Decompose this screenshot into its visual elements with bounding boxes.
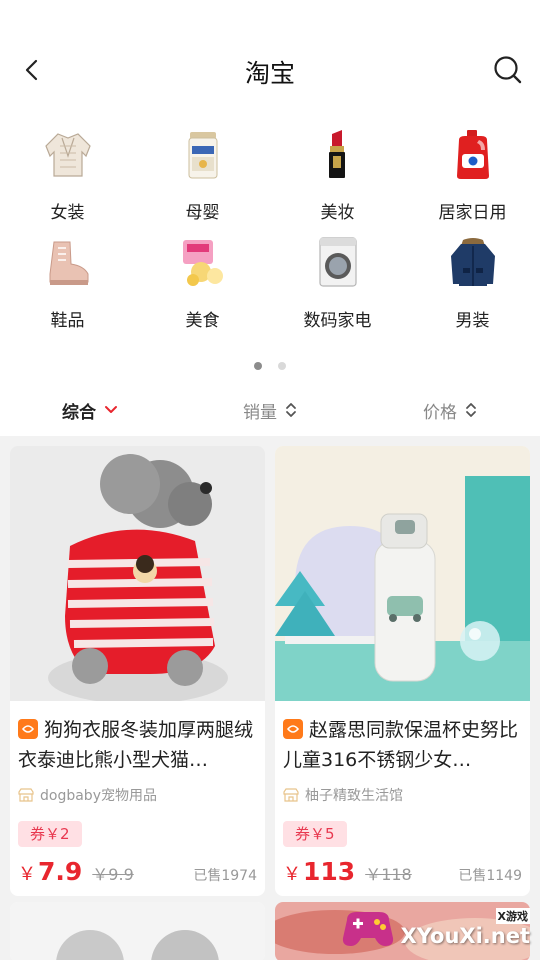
sort-price[interactable]: 价格 xyxy=(360,390,540,430)
taobao-badge-icon xyxy=(283,719,303,739)
category-label: 女装 xyxy=(50,203,85,223)
category-beauty[interactable]: 美妆 xyxy=(270,120,405,228)
pager-dot[interactable] xyxy=(278,362,286,370)
category-mens-clothing[interactable]: 男装 xyxy=(405,228,540,336)
category-household[interactable]: 居家日用 xyxy=(405,120,540,228)
snack-icon xyxy=(173,232,233,292)
coupon-badge[interactable]: 券￥5 xyxy=(283,821,347,847)
product-title-text: 赵露思同款保温杯史努比儿童316不锈钢少女… xyxy=(283,719,519,771)
category-pager xyxy=(0,362,540,370)
category-womens-clothing[interactable]: 女装 xyxy=(0,120,135,228)
sold-count: 已售1149 xyxy=(458,868,522,884)
sort-sales[interactable]: 销量 xyxy=(180,390,360,430)
page-title: 淘宝 xyxy=(244,59,295,88)
category-label: 男装 xyxy=(455,311,490,331)
category-grid: 女装 母婴 美妆 居家日用 鞋品 美食 数码家电 男装 xyxy=(0,120,540,336)
price: 7.9 xyxy=(38,857,83,886)
product-card[interactable]: 狗狗衣服冬装加厚两腿绒衣泰迪比熊小型犬猫… dogbaby宠物用品 券￥2 ￥ … xyxy=(10,446,265,896)
womens-coat-icon xyxy=(38,124,98,184)
sort-bar: 综合 销量 价格 xyxy=(0,390,540,430)
shop-row[interactable]: dogbaby宠物用品 xyxy=(18,785,257,805)
product-image xyxy=(10,446,265,701)
sort-updown-icon xyxy=(466,403,476,417)
shop-name: 柚子精致生活馆 xyxy=(305,788,403,804)
shop-icon xyxy=(283,788,299,802)
pager-dot-active[interactable] xyxy=(254,362,262,370)
sort-comprehensive[interactable]: 综合 xyxy=(0,390,180,430)
product-card[interactable] xyxy=(10,902,265,960)
product-title[interactable]: 狗狗衣服冬装加厚两腿绒衣泰迪比熊小型犬猫… xyxy=(18,715,257,775)
category-label: 数码家电 xyxy=(303,311,372,331)
watermark-text-group: X游戏 XYouXi.net xyxy=(401,908,530,948)
lipstick-icon xyxy=(308,124,368,184)
boot-icon xyxy=(38,232,98,292)
category-label: 美食 xyxy=(185,311,220,331)
category-label: 居家日用 xyxy=(438,203,507,223)
chevron-down-icon xyxy=(105,406,117,413)
formula-can-icon xyxy=(173,124,233,184)
sort-label: 销量 xyxy=(243,402,277,423)
category-shoes[interactable]: 鞋品 xyxy=(0,228,135,336)
coupon-badge[interactable]: 券￥2 xyxy=(18,821,82,847)
category-label: 美妆 xyxy=(320,203,355,223)
shop-name: dogbaby宠物用品 xyxy=(40,788,157,804)
product-card[interactable]: 赵露思同款保温杯史努比儿童316不锈钢少女… 柚子精致生活馆 券￥5 ￥ 113… xyxy=(275,446,530,896)
taobao-badge-icon xyxy=(18,719,38,739)
mens-jacket-icon xyxy=(443,232,503,292)
detergent-icon xyxy=(443,124,503,184)
category-label: 鞋品 xyxy=(50,311,85,331)
product-info: 狗狗衣服冬装加厚两腿绒衣泰迪比熊小型犬猫… dogbaby宠物用品 券￥2 ￥ … xyxy=(10,701,265,896)
watermark: X游戏 XYouXi.net xyxy=(339,906,530,950)
product-title[interactable]: 赵露思同款保温杯史努比儿童316不锈钢少女… xyxy=(283,715,522,775)
search-button[interactable] xyxy=(490,52,526,88)
top-bar: 淘宝 xyxy=(0,40,540,102)
category-mother-baby[interactable]: 母婴 xyxy=(135,120,270,228)
original-price: ￥9.9 xyxy=(92,865,134,884)
sold-count: 已售1974 xyxy=(193,868,257,884)
category-electronics[interactable]: 数码家电 xyxy=(270,228,405,336)
shop-row[interactable]: 柚子精致生活馆 xyxy=(283,785,522,805)
price: 113 xyxy=(303,857,356,886)
product-info: 赵露思同款保温杯史努比儿童316不锈钢少女… 柚子精致生活馆 券￥5 ￥ 113… xyxy=(275,701,530,896)
category-label: 母婴 xyxy=(185,203,220,223)
price-symbol: ￥ xyxy=(18,864,36,885)
washing-machine-icon xyxy=(308,232,368,292)
gamepad-logo-icon xyxy=(342,912,393,946)
sort-label: 综合 xyxy=(62,402,96,423)
price-row: ￥ 7.9 ￥9.9 已售1974 xyxy=(18,857,257,886)
search-icon xyxy=(494,56,522,84)
product-image xyxy=(275,446,530,701)
watermark-small: X游戏 xyxy=(495,908,530,924)
product-title-text: 狗狗衣服冬装加厚两腿绒衣泰迪比熊小型犬猫… xyxy=(18,719,254,771)
price-symbol: ￥ xyxy=(283,864,301,885)
shop-icon xyxy=(18,788,34,802)
price-row: ￥ 113 ￥118 已售1149 xyxy=(283,857,522,886)
original-price: ￥118 xyxy=(365,865,412,884)
product-image xyxy=(10,902,265,960)
product-feed[interactable]: 狗狗衣服冬装加厚两腿绒衣泰迪比熊小型犬猫… dogbaby宠物用品 券￥2 ￥ … xyxy=(0,436,540,960)
category-food[interactable]: 美食 xyxy=(135,228,270,336)
sort-label: 价格 xyxy=(423,402,457,423)
watermark-text: XYouXi.net xyxy=(400,924,530,948)
sort-updown-icon xyxy=(286,403,296,417)
